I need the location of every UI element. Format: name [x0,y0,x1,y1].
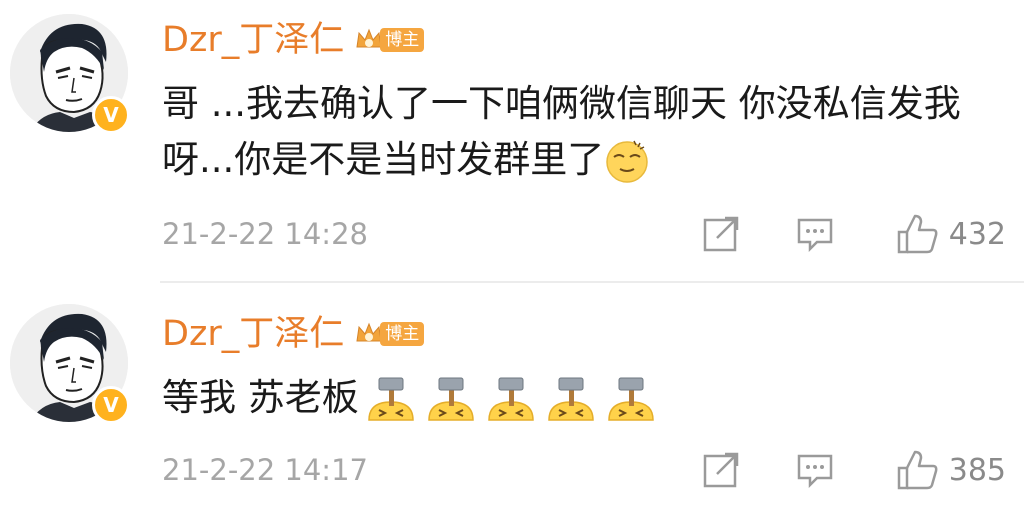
hammer-emoji-icon [608,377,654,421]
comment-icon[interactable] [795,450,835,490]
comment-timestamp: 21-2-22 14:17 [162,453,368,487]
hammer-emoji-icon [428,377,474,421]
like-button[interactable]: 432 [895,212,1006,256]
hammer-emoji-icon [488,377,534,421]
comment-text: 等我 苏老板 [162,370,992,426]
vip-badge: 博主 [354,319,425,349]
verified-badge-icon: V [92,386,130,424]
vip-label: 博主 [380,28,425,52]
like-count: 385 [948,452,1006,488]
share-icon[interactable] [701,214,741,254]
comment-item: V Dzr_丁泽仁 博主 等我 苏老板 21-2-22 14:17 385 [0,282,1024,510]
username[interactable]: Dzr_丁泽仁 [162,18,344,62]
dizzy-emoji-icon [606,140,649,183]
emoji-row [359,376,659,421]
comment-item: V Dzr_丁泽仁 博主 哥 ...我去确认了一下咱俩微信聊天 你没私信发我呀.… [0,0,1024,282]
vip-badge: 博主 [354,25,425,55]
hammer-emoji-icon [548,377,594,421]
comment-icon[interactable] [795,214,835,254]
comment-body: 等我 苏老板 [162,376,359,419]
like-count: 432 [948,216,1006,252]
username[interactable]: Dzr_丁泽仁 [162,312,344,356]
vip-label: 博主 [380,322,425,346]
thumbs-up-icon [897,214,938,254]
verified-badge-icon: V [92,96,130,134]
hammer-emoji-icon [368,377,414,421]
comment-body: 哥 ...我去确认了一下咱俩微信聊天 你没私信发我呀...你是不是当时发群里了 [162,82,961,181]
like-button[interactable]: 385 [895,448,1006,492]
comment-text: 哥 ...我去确认了一下咱俩微信聊天 你没私信发我呀...你是不是当时发群里了 [162,76,992,188]
share-icon[interactable] [701,450,741,490]
comment-timestamp: 21-2-22 14:28 [162,217,368,251]
thumbs-up-icon [897,450,938,490]
